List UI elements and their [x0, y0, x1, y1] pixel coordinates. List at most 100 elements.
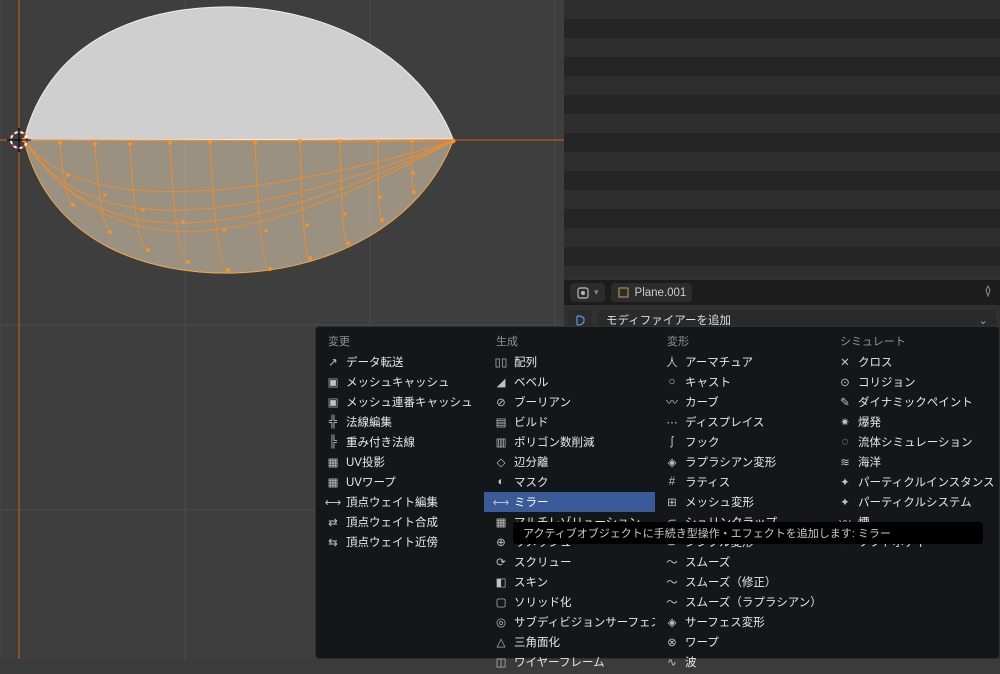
menu-item-simulate-1[interactable]: ⊙コリジョン	[828, 372, 1000, 392]
menu-item-label: 法線編集	[346, 414, 392, 430]
modifier-icon: 〜	[665, 555, 679, 569]
menu-item-generate-0[interactable]: ▯▯配列	[484, 352, 655, 372]
menu-item-deform-0[interactable]: 人アーマチュア	[655, 352, 828, 372]
menu-item-label: データ転送	[346, 354, 404, 370]
menu-item-deform-1[interactable]: ○キャスト	[655, 372, 828, 392]
menu-item-deform-14[interactable]: ⊗ ワープ	[655, 632, 828, 652]
modifier-icon: ⟷	[494, 495, 508, 509]
menu-item-simulate-6[interactable]: ✦パーティクルインスタンス	[828, 472, 1000, 492]
menu-item-label: パーティクルシステム	[858, 494, 972, 510]
menu-item-generate-6[interactable]: ◐マスク	[484, 472, 655, 492]
modifier-icon: 〰	[665, 395, 679, 409]
menu-item-deform-6[interactable]: #ラティス	[655, 472, 828, 492]
menu-item-deform-3[interactable]: ⋯ディスプレイス	[655, 412, 828, 432]
menu-item-label: ポリゴン数削減	[514, 434, 595, 450]
modifier-icon: ∿	[665, 655, 679, 669]
menu-item-generate-3[interactable]: ▤ビルド	[484, 412, 655, 432]
menu-item-label: スムーズ（修正）	[685, 574, 776, 590]
menu-item-generate-13[interactable]: ◎サブディビジョンサーフェス	[484, 612, 655, 632]
modifier-icon: ▢	[494, 595, 508, 609]
menu-item-label: 海洋	[858, 454, 881, 470]
menu-item-generate-7[interactable]: ⟷ミラー	[484, 492, 655, 512]
modifier-icon: ʃ	[665, 435, 679, 449]
menu-item-change-8[interactable]: ⇄頂点ウェイト合成	[316, 512, 484, 532]
menu-item-change-0[interactable]: ↗データ転送	[316, 352, 484, 372]
menu-item-label: ダイナミックペイント	[858, 394, 973, 410]
menu-item-change-1[interactable]: ▣メッシュキャッシュ	[316, 372, 484, 392]
col-header-simulate: シミュレート	[828, 329, 1000, 352]
modifier-icon: ⇄	[326, 515, 340, 529]
modifier-icon: 〜	[665, 595, 679, 609]
menu-item-deform-13[interactable]: ◈サーフェス変形	[655, 612, 828, 632]
properties-icon	[576, 286, 590, 300]
menu-item-deform-4[interactable]: ʃフック	[655, 432, 828, 452]
menu-item-label: 辺分離	[514, 454, 549, 470]
menu-item-label: コリジョン	[858, 374, 916, 390]
modifier-icon: ◈	[665, 455, 679, 469]
menu-item-change-5[interactable]: ▦ UV投影	[316, 452, 484, 472]
menu-item-label: 配列	[514, 354, 537, 370]
modifier-icon: ╠	[326, 435, 340, 449]
editor-type-selector[interactable]: ▾	[570, 283, 605, 302]
menu-item-label: クロス	[858, 354, 893, 370]
menu-item-change-6[interactable]: ▦ UVワープ	[316, 472, 484, 492]
pin-icon[interactable]	[982, 285, 994, 300]
menu-item-label: スキン	[514, 574, 548, 590]
menu-item-label: スムーズ（ラプラシアン）	[685, 594, 822, 610]
modifier-icon: ▤	[494, 415, 508, 429]
modifier-icon: ✎	[838, 395, 852, 409]
menu-item-simulate-3[interactable]: ✷爆発	[828, 412, 1000, 432]
menu-item-label: UV投影	[346, 454, 385, 470]
menu-item-deform-7[interactable]: ⊞メッシュ変形	[655, 492, 828, 512]
modifier-icon: ⊘	[494, 395, 508, 409]
menu-item-change-4[interactable]: ╠重み付き法線	[316, 432, 484, 452]
menu-item-label: メッシュ変形	[685, 494, 754, 510]
menu-item-simulate-7[interactable]: ✦ パーティクルシステム	[828, 492, 1000, 512]
modifier-icon: 〜	[665, 575, 679, 589]
menu-item-generate-12[interactable]: ▢ソリッド化	[484, 592, 655, 612]
object-name-text: Plane.001	[635, 287, 687, 299]
menu-item-deform-10[interactable]: 〜スムーズ	[655, 552, 828, 572]
menu-item-simulate-2[interactable]: ✎ ダイナミックペイント	[828, 392, 1000, 412]
menu-item-label: UVワープ	[346, 474, 396, 490]
menu-item-generate-1[interactable]: ◢ベベル	[484, 372, 655, 392]
menu-item-label: 爆発	[858, 414, 881, 430]
menu-item-generate-15[interactable]: ◫ワイヤーフレーム	[484, 652, 655, 672]
modifier-icon: ▦	[326, 455, 340, 469]
menu-item-label: ラティス	[685, 474, 730, 490]
modifier-icon: ✦	[838, 495, 852, 509]
menu-item-change-7[interactable]: ⟷頂点ウェイト編集	[316, 492, 484, 512]
modifier-icon: ◢	[494, 375, 508, 389]
modifier-icon: ▣	[326, 395, 340, 409]
menu-item-deform-5[interactable]: ◈ラプラシアン変形	[655, 452, 828, 472]
menu-item-change-9[interactable]: ⇆頂点ウェイト近傍	[316, 532, 484, 552]
modifier-icon: ▦	[326, 475, 340, 489]
menu-item-change-2[interactable]: ▣メッシュ連番キャッシュ	[316, 392, 484, 412]
menu-item-generate-4[interactable]: ▥ポリゴン数削減	[484, 432, 655, 452]
menu-col-simulate: シミュレート ✕クロス⊙コリジョン ✎ ダイナミックペイント ✷爆発◌流体シミュレーシ…	[828, 327, 1000, 674]
menu-item-generate-10[interactable]: ⟳スクリュー	[484, 552, 655, 572]
menu-item-deform-11[interactable]: 〜スムーズ（修正）	[655, 572, 828, 592]
menu-item-simulate-4[interactable]: ◌流体シミュレーション	[828, 432, 1000, 452]
menu-item-change-3[interactable]: ╬法線編集	[316, 412, 484, 432]
menu-col-deform: 変形 人アーマチュア○キャスト〰カーブ⋯ディスプレイスʃフック◈ラプラシアン変形…	[655, 327, 828, 674]
menu-item-simulate-5[interactable]: ≋海洋	[828, 452, 1000, 472]
menu-item-generate-11[interactable]: ◧ スキン	[484, 572, 655, 592]
menu-item-label: アーマチュア	[685, 354, 753, 370]
tooltip: アクティブオブジェクトに手続き型操作・エフェクトを追加します: ミラー	[513, 522, 983, 544]
modifier-icon: ⊗	[665, 635, 679, 649]
object-name-field[interactable]: Plane.001	[611, 283, 693, 302]
menu-item-simulate-0[interactable]: ✕クロス	[828, 352, 1000, 372]
menu-item-generate-14[interactable]: △三角面化	[484, 632, 655, 652]
menu-item-label: 波	[685, 654, 697, 670]
modifier-icon: ◈	[665, 615, 679, 629]
menu-item-deform-12[interactable]: 〜スムーズ（ラプラシアン）	[655, 592, 828, 612]
menu-item-label: ワープ	[685, 634, 719, 650]
menu-item-deform-15[interactable]: ∿波	[655, 652, 828, 672]
menu-item-label: メッシュキャッシュ	[346, 374, 450, 390]
modifier-icon: ◧	[494, 575, 508, 589]
modifier-icon: ○	[665, 375, 679, 389]
menu-item-generate-2[interactable]: ⊘ブーリアン	[484, 392, 655, 412]
menu-item-deform-2[interactable]: 〰カーブ	[655, 392, 828, 412]
menu-item-generate-5[interactable]: ◇辺分離	[484, 452, 655, 472]
